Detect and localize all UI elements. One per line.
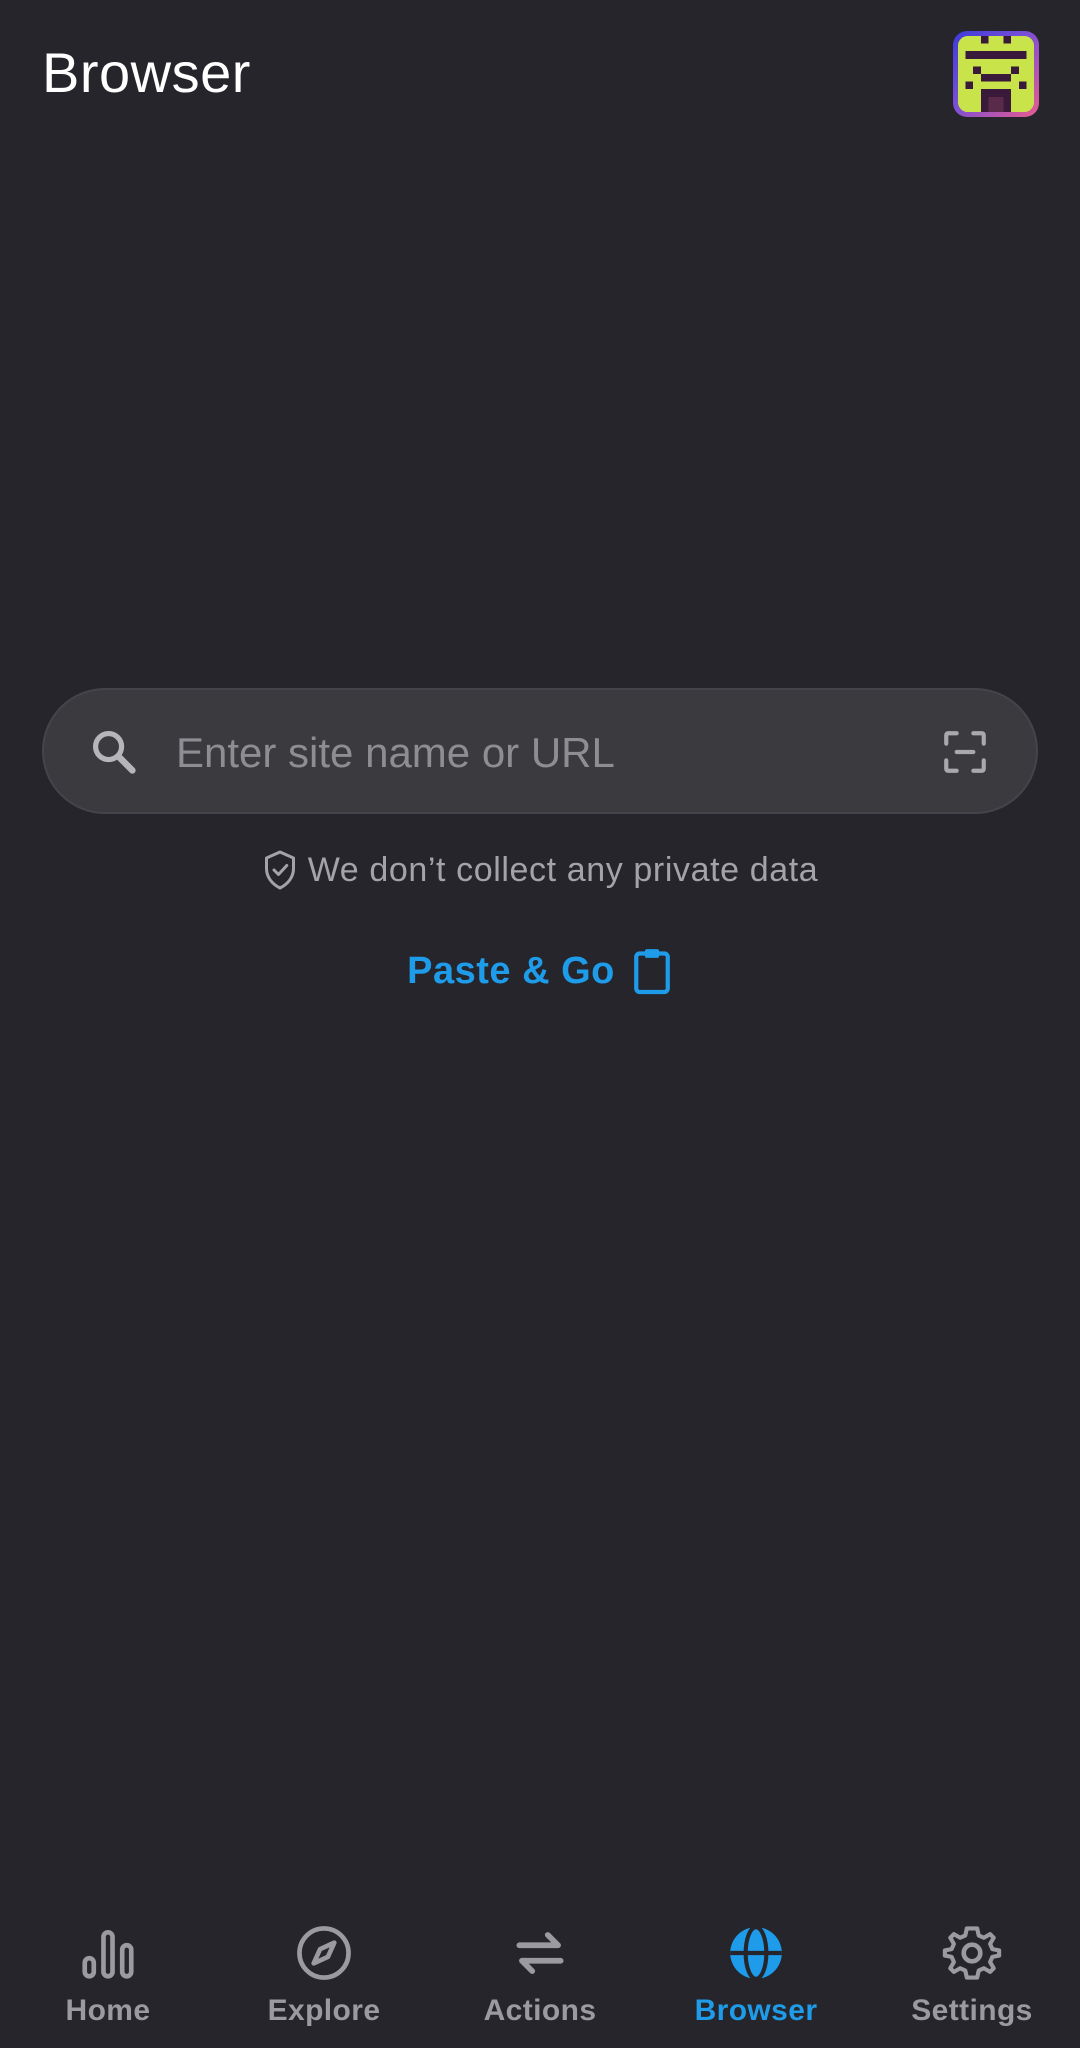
- bar-chart-icon: [82, 1930, 134, 1979]
- privacy-note: We don’t collect any private data: [0, 848, 1080, 892]
- nav-item-browser[interactable]: Browser: [648, 1898, 864, 2048]
- nav-label-settings: Settings: [911, 1994, 1033, 2027]
- search-icon: [92, 730, 136, 774]
- nav-item-actions[interactable]: Actions: [432, 1898, 648, 2048]
- avatar[interactable]: [953, 31, 1039, 117]
- nav-label-explore: Explore: [267, 1994, 381, 2027]
- search-bar[interactable]: [42, 688, 1038, 814]
- nav-item-home[interactable]: Home: [0, 1898, 216, 2048]
- search-input[interactable]: [174, 712, 938, 794]
- browser-screen: Browser Enter site name or URL We don’t …: [0, 0, 1080, 2048]
- shield-check-icon: [264, 850, 295, 890]
- compass-icon: [297, 1926, 351, 1980]
- privacy-text: We don’t collect any private data: [307, 850, 819, 889]
- nav-label-actions: Actions: [483, 1994, 597, 2027]
- clipboard-icon: [634, 949, 670, 995]
- page-title: Browser: [42, 41, 251, 104]
- pixel-art-avatar-icon: [958, 36, 1034, 112]
- paste-and-go-label: Paste & Go: [407, 949, 615, 992]
- bottom-navigation: Home Explore Actions Browser Settings: [0, 1898, 1080, 2048]
- globe-icon: [730, 1925, 782, 1981]
- gear-icon: [942, 1926, 1002, 1980]
- nav-item-explore[interactable]: Explore: [216, 1898, 432, 2048]
- nav-label-browser: Browser: [694, 1994, 818, 2027]
- nav-item-settings[interactable]: Settings: [864, 1898, 1080, 2048]
- swap-arrows-icon: [516, 1932, 564, 1974]
- nav-label-home: Home: [65, 1994, 151, 2027]
- scan-qr-icon[interactable]: [940, 727, 990, 777]
- paste-and-go-button[interactable]: Paste & Go: [0, 946, 1080, 996]
